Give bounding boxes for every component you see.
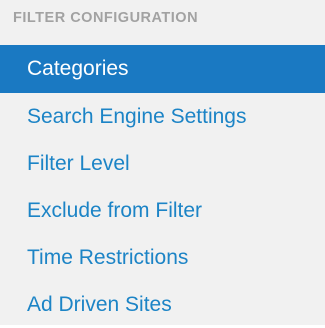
menu-item-filter-level[interactable]: Filter Level	[0, 141, 325, 187]
menu-item-categories[interactable]: Categories	[0, 45, 325, 93]
filter-menu: Categories Search Engine Settings Filter…	[0, 45, 325, 328]
filter-configuration-panel: FILTER CONFIGURATION Categories Search E…	[0, 0, 325, 325]
menu-item-ad-driven-sites[interactable]: Ad Driven Sites	[0, 282, 325, 328]
menu-item-time-restrictions[interactable]: Time Restrictions	[0, 235, 325, 281]
section-heading: FILTER CONFIGURATION	[13, 10, 199, 26]
menu-item-search-engine-settings[interactable]: Search Engine Settings	[0, 94, 325, 140]
menu-item-exclude-from-filter[interactable]: Exclude from Filter	[0, 188, 325, 234]
